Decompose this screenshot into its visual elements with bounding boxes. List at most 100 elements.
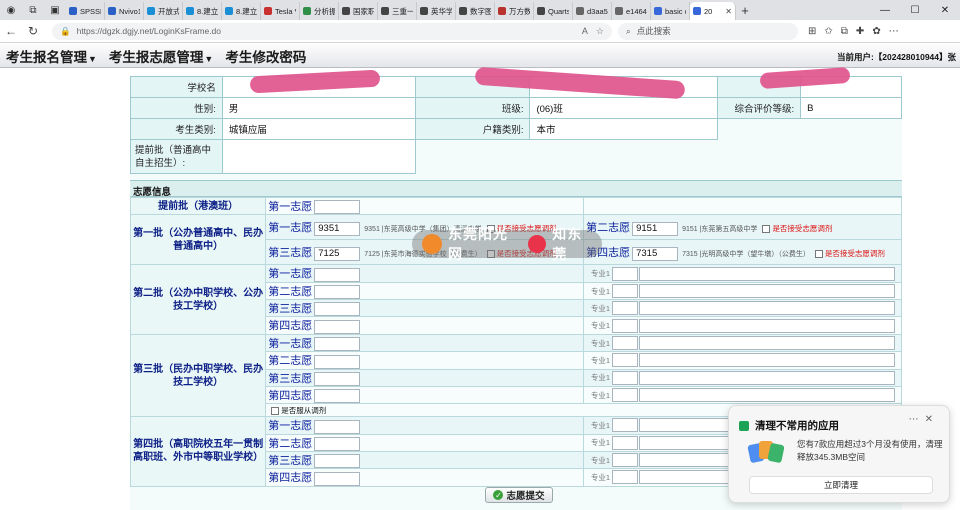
maximize-icon[interactable]: ☐ <box>900 0 930 20</box>
school-code-input[interactable]: 7315 <box>632 246 679 261</box>
school-code-input[interactable]: 9351 <box>314 221 361 236</box>
major-code-input[interactable] <box>612 470 639 485</box>
major-code-input[interactable] <box>612 388 639 403</box>
profile-icon[interactable]: ◉ <box>0 0 22 20</box>
major-label: 专业1 <box>590 373 611 383</box>
tab-favicon-icon <box>147 7 155 15</box>
extensions-icon[interactable]: ✚ <box>856 26 864 37</box>
school-code-input[interactable] <box>314 454 361 469</box>
close-window-icon[interactable]: ✕ <box>930 0 960 20</box>
school-code-input[interactable] <box>314 302 361 317</box>
gender-label: 性别: <box>130 97 223 119</box>
major-name-field[interactable] <box>639 266 896 281</box>
pref-label: 第四志愿 <box>268 388 313 402</box>
major-code-input[interactable] <box>612 435 639 450</box>
school-code-input[interactable] <box>314 337 361 352</box>
search-icon: ⌕ <box>626 25 631 36</box>
browser-tab[interactable]: 20 ✕ <box>690 2 736 20</box>
major-name-field[interactable] <box>639 301 896 316</box>
more-icon[interactable]: ⋯ <box>889 26 899 37</box>
major-name-field[interactable] <box>639 335 896 350</box>
browser-tab[interactable]: 国家职 <box>339 2 378 20</box>
tab-title: Tesla V <box>275 6 296 16</box>
browser-tab[interactable]: 英华学 <box>417 2 456 20</box>
major-code-input[interactable] <box>612 301 639 316</box>
browser-tab[interactable]: 分析振 <box>300 2 339 20</box>
pref-label: 第三志愿 <box>268 246 313 260</box>
major-code-input[interactable] <box>612 453 639 468</box>
menu-registration[interactable]: 考生报名管理▼ <box>6 46 97 66</box>
school-code-input[interactable] <box>314 285 361 300</box>
browser-tab[interactable]: 万方数 <box>495 2 534 20</box>
major-name-field[interactable] <box>639 388 896 403</box>
major-code-input[interactable] <box>612 418 639 433</box>
school-code-input[interactable] <box>314 319 361 334</box>
school-code-input[interactable] <box>314 419 361 434</box>
minimize-icon[interactable]: — <box>870 0 900 20</box>
clean-now-button[interactable]: 立即清理 <box>749 476 933 494</box>
lock-icon: 🔒 <box>60 25 71 36</box>
url-field[interactable]: 🔒 https://dgzk.dgjy.net/LoginKsFrame.do … <box>52 22 612 40</box>
menu-change-password[interactable]: 考生修改密码 <box>225 46 306 66</box>
browser-tab[interactable]: 数字图 <box>456 2 495 20</box>
major-name-field[interactable] <box>639 318 896 333</box>
back-icon[interactable]: ← <box>0 24 22 38</box>
major-name-field[interactable] <box>639 283 896 298</box>
choice-cell: 第四志愿 <box>265 385 585 405</box>
browser-tab[interactable]: e1464 <box>612 2 651 20</box>
school-code-input[interactable] <box>314 371 361 386</box>
major-code-input[interactable] <box>612 370 639 385</box>
major-code-input[interactable] <box>612 318 639 333</box>
eval-label: 综合评价等级: <box>717 97 802 119</box>
workspaces-icon[interactable]: ⧉ <box>22 0 44 20</box>
browser-tab[interactable]: Quarts <box>534 2 573 20</box>
adjust-checkbox[interactable] <box>762 224 771 233</box>
choice-cell: 第三志愿 <box>265 450 585 470</box>
major-code-input[interactable] <box>612 335 639 350</box>
tab-title: basic c <box>665 6 686 16</box>
school-code-input[interactable] <box>314 471 361 486</box>
browser-tab[interactable]: 三重一 <box>378 2 417 20</box>
empty-cell <box>415 139 902 174</box>
search-box[interactable]: ⌕ 点此搜索 <box>618 22 798 40</box>
chevron-down-icon: ▼ <box>204 53 214 64</box>
browser-tab[interactable]: SPSSPF <box>66 2 105 20</box>
school-code-input[interactable]: 9151 <box>632 221 679 236</box>
major-name-field[interactable] <box>639 353 896 368</box>
browser-tab[interactable]: basic c <box>651 2 690 20</box>
collections-icon[interactable]: ⧉ <box>841 26 848 37</box>
browser-tab[interactable]: Nvivo1 <box>105 2 144 20</box>
browser-tab[interactable]: 开放式 <box>144 2 183 20</box>
favorite-star-icon[interactable]: ☆ <box>596 26 604 37</box>
obey-checkbox[interactable] <box>271 406 280 415</box>
browser-tab[interactable]: Tesla V <box>261 2 300 20</box>
read-aloud-icon[interactable]: A <box>582 26 588 37</box>
adjust-checkbox[interactable] <box>814 249 823 258</box>
refresh-icon[interactable]: ↻ <box>22 24 44 38</box>
choice-cell: 第一志愿 <box>265 333 585 353</box>
school-code-input[interactable]: 7125 <box>314 246 361 261</box>
browser-tab[interactable]: 8.建立 <box>222 2 261 20</box>
address-bar-row: ← ↻ 🔒 https://dgzk.dgjy.net/LoginKsFrame… <box>0 20 960 43</box>
new-tab-button[interactable]: + <box>736 3 754 18</box>
school-code-input[interactable] <box>314 436 361 451</box>
browser-tab[interactable]: d3aa5 <box>573 2 612 20</box>
school-code-input[interactable] <box>314 389 361 404</box>
school-code-input[interactable] <box>314 267 361 282</box>
close-tab-icon[interactable]: ✕ <box>725 7 732 16</box>
submit-volunteer-button[interactable]: ✓ 志愿提交 <box>485 487 553 503</box>
tab-title: Quarts <box>548 6 569 16</box>
menu-volunteer[interactable]: 考生报志愿管理▼ <box>109 46 213 66</box>
school-code-input[interactable] <box>314 354 361 369</box>
notification-more-close-icon[interactable]: ⋯✕ <box>909 414 939 425</box>
major-name-field[interactable] <box>639 370 896 385</box>
favorites-icon[interactable]: ✩ <box>824 26 832 37</box>
browser-tab[interactable]: 8.建立 <box>183 2 222 20</box>
major-code-input[interactable] <box>612 283 639 298</box>
major-code-input[interactable] <box>612 353 639 368</box>
school-code-input[interactable] <box>314 200 361 215</box>
split-screen-icon[interactable]: ⊞ <box>808 26 816 37</box>
tab-actions-icon[interactable]: ▣ <box>44 0 66 20</box>
copilot-icon[interactable]: ✿ <box>872 26 880 37</box>
major-code-input[interactable] <box>612 266 639 281</box>
